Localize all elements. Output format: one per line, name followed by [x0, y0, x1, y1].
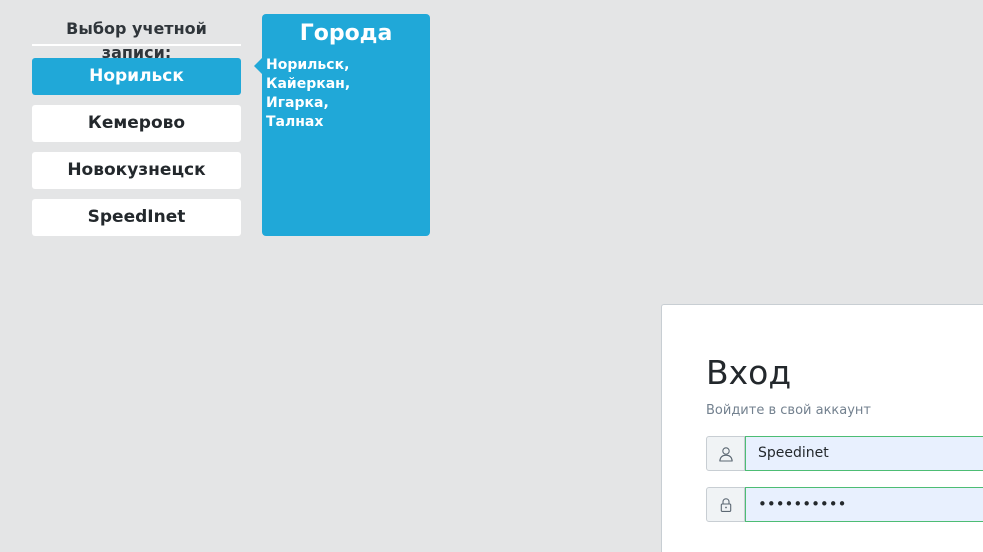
cities-list: Норильск, Кайеркан, Игарка, Талнах — [266, 56, 350, 132]
lock-icon — [720, 498, 732, 512]
account-button-norilsk[interactable]: Норильск — [32, 58, 241, 95]
login-card: Вход Войдите в свой аккаунт Speedinet ••… — [661, 304, 983, 552]
user-icon — [719, 447, 733, 462]
cities-panel: Города Норильск, Кайеркан, Игарка, Тална… — [254, 14, 430, 236]
city-item: Норильск, — [266, 57, 350, 73]
account-button-novokuznetsk[interactable]: Новокузнецск — [32, 152, 241, 189]
password-prepend — [706, 487, 745, 522]
cities-panel-title: Города — [299, 21, 393, 46]
username-field[interactable]: Speedinet — [745, 436, 983, 471]
account-button-kemerovo[interactable]: Кемерово — [32, 105, 241, 142]
username-prepend — [706, 436, 745, 471]
account-button-speedinet[interactable]: SpeedInet — [32, 199, 241, 236]
city-item: Игарка, — [266, 95, 329, 111]
password-field[interactable]: •••••••••• — [745, 487, 983, 522]
city-item: Кайеркан, — [266, 76, 351, 92]
city-item: Талнах — [266, 114, 324, 130]
login-title: Вход — [706, 353, 792, 392]
password-input-group: •••••••••• — [706, 487, 983, 522]
account-selector-title: Выбор учетной записи: — [32, 17, 241, 62]
username-input-group: Speedinet — [706, 436, 983, 471]
cities-panel-arrow — [254, 58, 262, 74]
login-subtitle: Войдите в свой аккаунт — [706, 403, 872, 418]
